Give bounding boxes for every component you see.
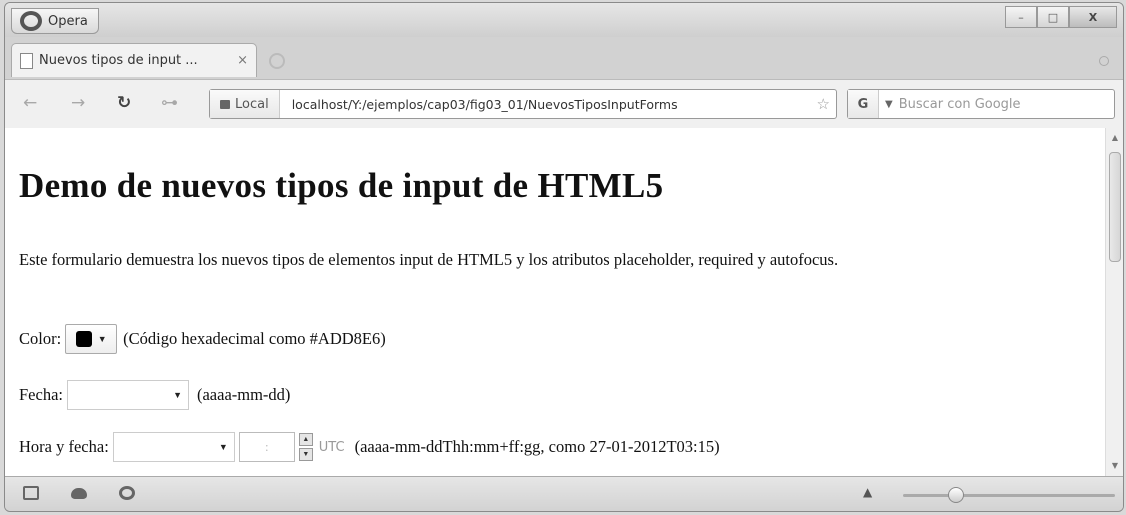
local-icon <box>220 99 230 109</box>
close-window-button[interactable]: X <box>1069 6 1117 28</box>
minimize-button[interactable]: – <box>1005 6 1037 28</box>
datetime-hint: (aaaa-mm-ddThh:mm+ff:gg, como 27-01-2012… <box>354 437 720 456</box>
bookmark-star-icon[interactable]: ☆ <box>817 95 830 113</box>
scrollbar-thumb[interactable] <box>1109 152 1121 262</box>
security-badge-label: Local <box>235 96 269 112</box>
date-hint: (aaaa-mm-dd) <box>196 385 291 404</box>
datetime-time-input[interactable]: : <box>238 432 295 462</box>
color-picker[interactable]: ▼ <box>65 324 118 354</box>
reload-icon[interactable]: ↻ <box>117 93 131 113</box>
tab-nuevos-tipos[interactable]: Nuevos tipos de input ... × <box>11 43 257 77</box>
new-tab-icon[interactable] <box>269 53 285 69</box>
scroll-up-icon[interactable]: ▲ <box>1106 130 1123 146</box>
color-row: Color: ▼ (Código hexadecimal como #ADD8E… <box>19 324 386 354</box>
time-spinner[interactable]: ▲ ▼ <box>298 433 313 461</box>
date-input[interactable]: ▼ <box>66 380 189 410</box>
scroll-down-icon[interactable]: ▼ <box>1106 458 1123 474</box>
page-content: Demo de nuevos tipos de input de HTML5 E… <box>5 128 1105 476</box>
datetime-label: Hora y fecha: <box>19 437 109 456</box>
opera-unite-icon[interactable] <box>71 488 87 499</box>
panel-toggle-icon[interactable] <box>23 486 39 500</box>
color-swatch <box>75 331 92 347</box>
chevron-down-icon: ▼ <box>97 334 107 344</box>
opera-logo-icon <box>20 11 42 31</box>
document-icon <box>20 52 33 69</box>
search-engine-icon[interactable]: G <box>848 90 879 118</box>
search-box[interactable]: G ▼ Buscar con Google <box>847 89 1115 119</box>
zoom-options-icon[interactable]: ▲ <box>863 485 872 499</box>
vertical-scrollbar[interactable]: ▲ ▼ <box>1105 128 1123 476</box>
security-badge[interactable]: Local <box>210 90 280 118</box>
color-hint: (Código hexadecimal como #ADD8E6) <box>123 329 386 348</box>
date-label: Fecha: <box>19 385 63 404</box>
date-row: Fecha: ▼ (aaaa-mm-dd) <box>19 380 290 410</box>
turbo-icon[interactable] <box>119 486 135 500</box>
spin-down-button[interactable]: ▼ <box>298 448 313 461</box>
datetime-row: Hora y fecha: ▼ : ▲ ▼ UTC (aaaa-mm-ddThh… <box>19 432 720 462</box>
intro-paragraph: Este formulario demuestra los nuevos tip… <box>19 250 839 269</box>
search-placeholder[interactable]: Buscar con Google <box>899 97 1021 112</box>
navigation-toolbar: ← → ↻ ⊶ Local localhost/Y:/ejemplos/cap0… <box>5 79 1123 129</box>
tab-bar: Nuevos tipos de input ... × <box>5 39 1123 79</box>
tab-menu-icon[interactable] <box>1099 56 1109 66</box>
page-heading: Demo de nuevos tipos de input de HTML5 <box>19 166 664 205</box>
forward-icon[interactable]: → <box>71 93 85 113</box>
zoom-slider[interactable] <box>903 494 1115 497</box>
window-controls: – □ X <box>1005 6 1117 28</box>
zoom-slider-thumb[interactable] <box>948 487 964 503</box>
spin-up-button[interactable]: ▲ <box>298 433 313 446</box>
title-bar: Opera – □ X <box>5 3 1123 37</box>
opera-menu-label: Opera <box>48 13 88 29</box>
utc-label: UTC <box>318 439 345 455</box>
address-bar[interactable]: Local localhost/Y:/ejemplos/cap03/fig03_… <box>209 89 837 119</box>
tab-close-icon[interactable]: × <box>237 53 248 68</box>
opera-menu-button[interactable]: Opera <box>11 8 99 34</box>
browser-window: Opera – □ X Nuevos tipos de input ... × … <box>4 2 1124 512</box>
color-label: Color: <box>19 329 62 348</box>
datetime-date-input[interactable]: ▼ <box>112 432 235 462</box>
maximize-button[interactable]: □ <box>1037 6 1069 28</box>
chevron-down-icon: ▼ <box>218 442 228 452</box>
back-icon[interactable]: ← <box>23 93 37 113</box>
search-engine-dropdown-icon[interactable]: ▼ <box>885 99 893 110</box>
chevron-down-icon: ▼ <box>173 390 182 400</box>
tab-title: Nuevos tipos de input ... <box>39 53 198 68</box>
key-icon[interactable]: ⊶ <box>161 93 178 113</box>
url-text[interactable]: localhost/Y:/ejemplos/cap03/fig03_01/Nue… <box>280 97 782 112</box>
status-bar: ▲ <box>5 476 1123 511</box>
